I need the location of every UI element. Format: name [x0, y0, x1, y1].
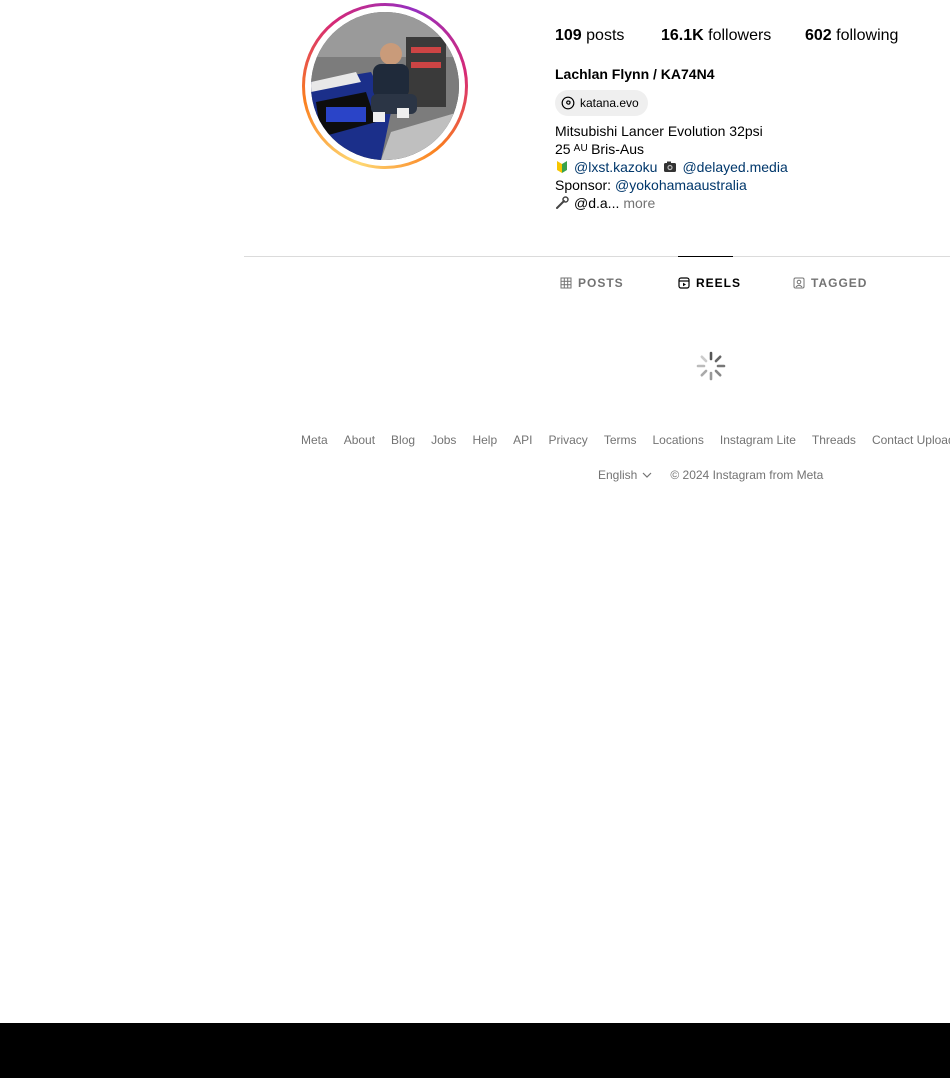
stat-followers[interactable]: 16.1K followers: [661, 27, 771, 45]
bio-truncated-text: @d.a...: [574, 195, 620, 211]
stat-posts: 109 posts: [555, 27, 624, 45]
copyright-text: © 2024 Instagram from Meta: [670, 468, 824, 482]
grid-icon: [560, 277, 572, 289]
bio-more-link[interactable]: more: [623, 194, 655, 212]
tab-posts-label: POSTS: [578, 276, 624, 290]
bio-sponsor-label: Sponsor:: [555, 177, 612, 193]
avatar-photo: [311, 12, 459, 160]
footer-link-about[interactable]: About: [344, 433, 375, 447]
tab-reels[interactable]: REELS: [678, 257, 741, 309]
taskbar-black-bar: [0, 1023, 950, 1078]
footer-link-help[interactable]: Help: [472, 433, 497, 447]
loading-spinner-icon: [696, 351, 726, 381]
bio-line-2: 25 AU Bris-Aus: [555, 140, 788, 158]
footer-link-privacy[interactable]: Privacy: [548, 433, 587, 447]
footer-link-locations[interactable]: Locations: [652, 433, 703, 447]
avatar-border: [305, 6, 465, 166]
threads-link-chip[interactable]: katana.evo: [555, 90, 648, 116]
footer-link-blog[interactable]: Blog: [391, 433, 415, 447]
bio-line-1: Mitsubishi Lancer Evolution 32psi: [555, 123, 763, 139]
footer-links: Meta About Blog Jobs Help API Privacy Te…: [301, 433, 950, 447]
posts-count: 109: [555, 27, 582, 44]
bio-line-3: @lxst.kazoku @delayed.media: [555, 158, 788, 176]
following-count: 602: [805, 27, 832, 44]
bio-mention-2[interactable]: @delayed.media: [682, 158, 787, 176]
footer-link-terms[interactable]: Terms: [604, 433, 637, 447]
footer-link-threads[interactable]: Threads: [812, 433, 856, 447]
threads-handle: katana.evo: [580, 96, 639, 110]
profile-bio: Mitsubishi Lancer Evolution 32psi 25 AU …: [555, 122, 788, 212]
tab-tagged[interactable]: TAGGED: [793, 257, 867, 309]
language-label: English: [598, 468, 638, 482]
bio-mention-1[interactable]: @lxst.kazoku: [574, 158, 657, 176]
footer-link-api[interactable]: API: [513, 433, 532, 447]
profile-avatar[interactable]: [302, 3, 468, 169]
wrench-icon: [556, 196, 569, 209]
camera-icon: [664, 161, 677, 172]
beginner-badge-icon: [557, 161, 567, 173]
chevron-down-icon: [642, 472, 652, 478]
footer-link-instagram-lite[interactable]: Instagram Lite: [720, 433, 796, 447]
tab-tagged-label: TAGGED: [811, 276, 868, 290]
followers-count: 16.1K: [661, 27, 704, 44]
bio-sponsor-mention[interactable]: @yokohamaaustralia: [615, 176, 747, 194]
following-label: following: [836, 27, 899, 44]
threads-icon: [561, 96, 575, 110]
language-selector[interactable]: English: [598, 468, 652, 482]
tab-reels-label: REELS: [696, 276, 742, 290]
bio-age: 25: [555, 141, 571, 157]
footer-link-meta[interactable]: Meta: [301, 433, 328, 447]
bio-line-4: Sponsor: @yokohamaaustralia: [555, 176, 788, 194]
followers-label: followers: [708, 27, 772, 44]
bio-flag: AU: [573, 143, 589, 154]
footer-link-contact-uploading[interactable]: Contact Uploading: [872, 433, 950, 447]
posts-label: posts: [586, 27, 625, 44]
footer-link-jobs[interactable]: Jobs: [431, 433, 456, 447]
stat-following[interactable]: 602 following: [805, 27, 898, 45]
bio-line-5: @d.a... more: [555, 194, 788, 212]
footer-bottom: English © 2024 Instagram from Meta: [598, 468, 823, 482]
reels-icon: [678, 277, 690, 289]
avatar-image: [311, 12, 459, 160]
bio-location: Bris-Aus: [591, 141, 644, 157]
tagged-icon: [793, 277, 805, 289]
profile-full-name: Lachlan Flynn / KA74N4: [555, 66, 715, 82]
tab-posts[interactable]: POSTS: [560, 257, 624, 309]
